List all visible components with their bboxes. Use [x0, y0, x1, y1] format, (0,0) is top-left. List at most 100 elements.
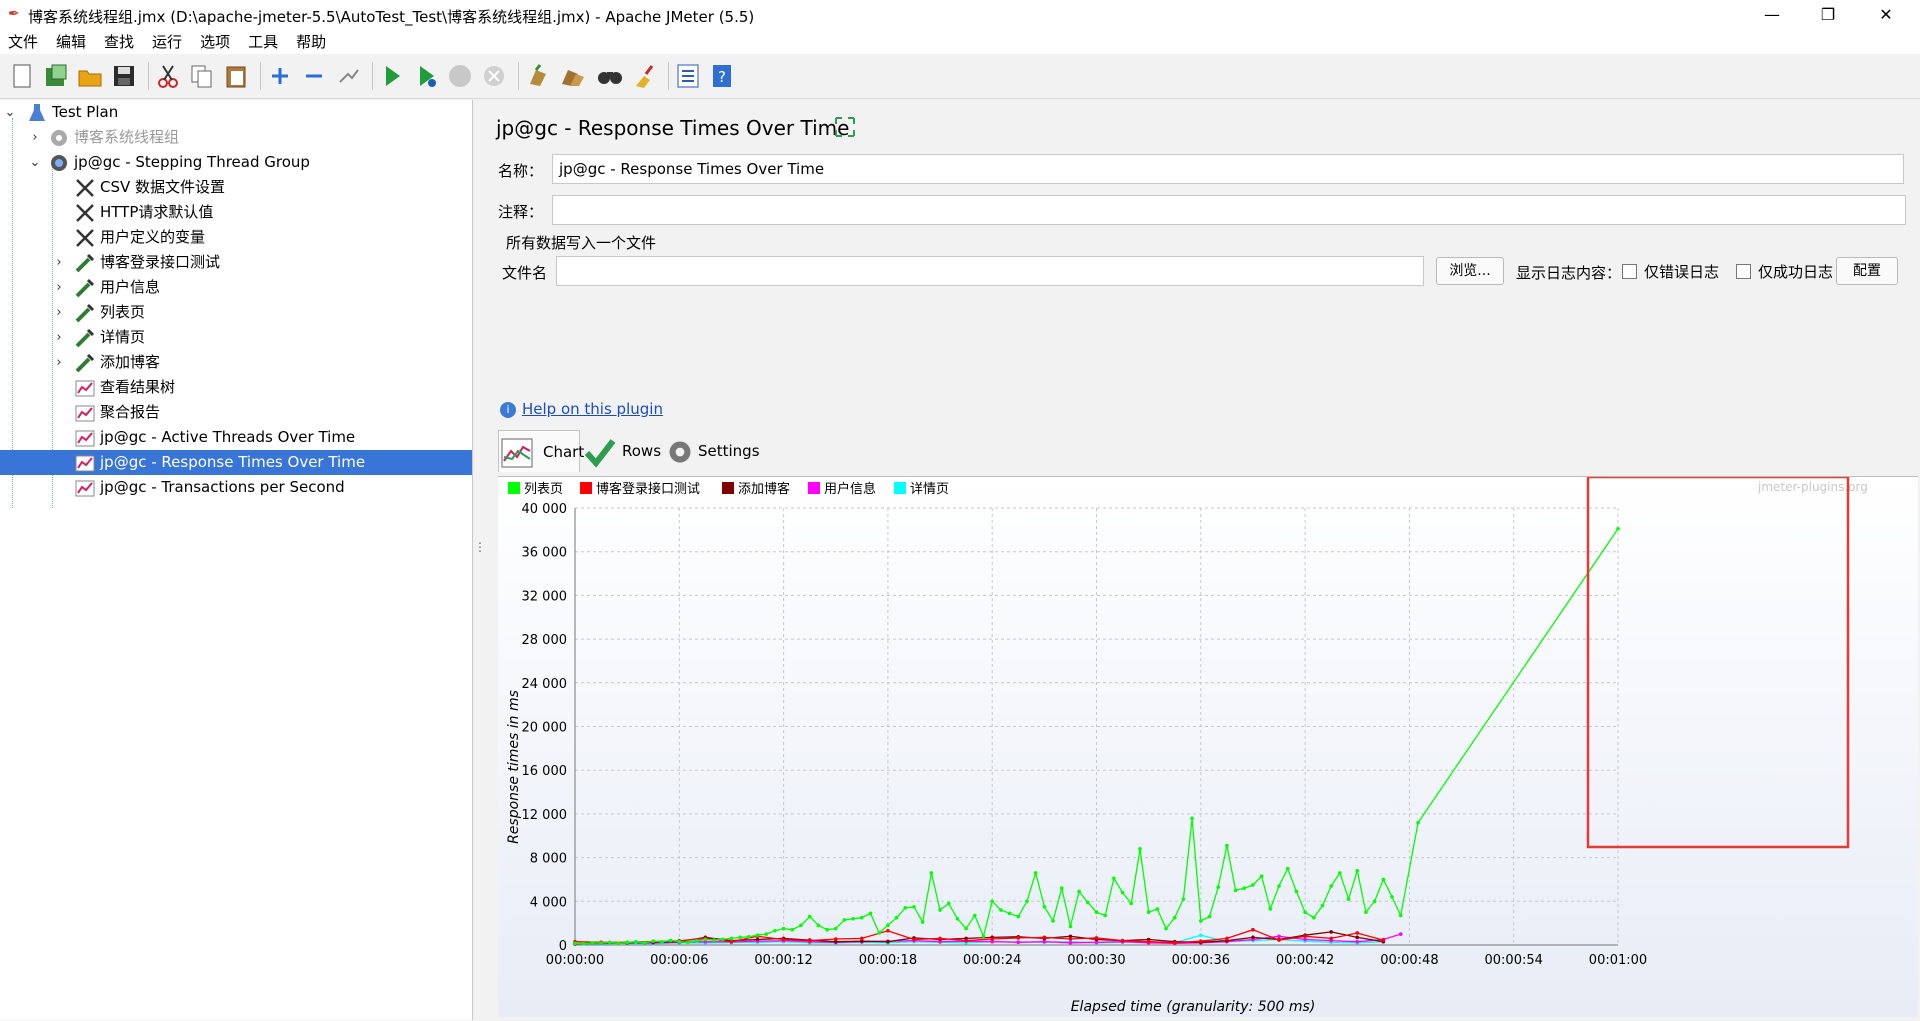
expand-icon[interactable]	[266, 62, 294, 90]
new-icon[interactable]	[8, 62, 36, 90]
save-icon[interactable]	[110, 62, 138, 90]
x-tick-label: 00:01:00	[1589, 953, 1647, 968]
reset-search-icon[interactable]	[630, 62, 658, 90]
menu-file[interactable]: 文件	[8, 30, 38, 54]
tree-toggle-icon[interactable]: ›	[28, 125, 42, 150]
tree-toggle-icon[interactable]: ›	[52, 250, 66, 275]
function-helper-icon[interactable]	[674, 62, 702, 90]
filename-field[interactable]	[556, 256, 1424, 286]
comment-field[interactable]	[552, 195, 1906, 225]
pipette-icon	[74, 277, 96, 299]
tree-toggle-icon[interactable]: ⌄	[28, 150, 42, 175]
start-icon[interactable]	[378, 62, 406, 90]
data-point	[1416, 820, 1420, 825]
browse-button[interactable]: 浏览...	[1436, 257, 1504, 285]
tree-item-transactions-per-second[interactable]: jp@gc - Transactions per Second	[74, 475, 345, 500]
data-point	[781, 926, 786, 931]
tree-item-http-defaults[interactable]: HTTP请求默认值	[74, 200, 213, 225]
expand-arrows-icon[interactable]	[834, 116, 856, 138]
clear-all-icon[interactable]	[558, 62, 586, 90]
y-tick-label: 32 000	[522, 589, 568, 604]
tree-item-test-plan[interactable]: Test Plan	[26, 100, 118, 125]
help-link[interactable]: Help on this plugin	[522, 400, 663, 418]
tree-toggle-icon[interactable]: ›	[52, 300, 66, 325]
tab-settings[interactable]: Settings	[666, 430, 766, 472]
tree-toggle-icon[interactable]: ›	[52, 350, 66, 375]
gear-icon	[48, 152, 70, 174]
tree-item-detail-page[interactable]: 详情页	[74, 325, 145, 350]
copy-icon[interactable]	[188, 62, 216, 90]
pipette-icon	[74, 327, 96, 349]
data-point	[1277, 934, 1281, 939]
tab-chart[interactable]: Chart	[498, 430, 584, 472]
data-point	[833, 926, 838, 931]
tree-item-list-page[interactable]: 列表页	[74, 300, 145, 325]
data-point	[599, 941, 603, 945]
configure-button[interactable]: 配置	[1836, 257, 1898, 285]
tree-item-add-blog[interactable]: 添加博客	[74, 350, 160, 375]
open-icon[interactable]	[76, 62, 104, 90]
tree-item-view-results-tree[interactable]: 查看结果树	[74, 375, 175, 400]
tree-item-user-info[interactable]: 用户信息	[74, 275, 160, 300]
tree-item-csv-data-set[interactable]: CSV 数据文件设置	[74, 175, 225, 200]
data-point	[1364, 910, 1368, 915]
tree-item-aggregate-report[interactable]: 聚合报告	[74, 400, 160, 425]
splitter-handle[interactable]: ⋮	[474, 540, 486, 560]
tree-toggle-icon[interactable]: ›	[52, 275, 66, 300]
tree-item-response-times[interactable]: jp@gc - Response Times Over Time	[0, 450, 472, 475]
menu-help[interactable]: 帮助	[296, 30, 326, 54]
templates-icon[interactable]	[42, 62, 70, 90]
name-field[interactable]: jp@gc - Response Times Over Time	[552, 154, 1904, 184]
tree-toggle-icon[interactable]: ⌄	[3, 100, 17, 125]
tree-toggle-icon[interactable]: ›	[52, 325, 66, 350]
toggle-icon[interactable]	[334, 62, 362, 90]
x-tick-label: 00:00:18	[859, 953, 917, 968]
tree-item-login-test[interactable]: 博客登录接口测试	[74, 250, 220, 275]
data-point	[964, 926, 968, 931]
stop-icon[interactable]	[446, 62, 474, 90]
help-icon[interactable]: ?	[708, 62, 736, 90]
tab-rows[interactable]: Rows	[584, 430, 661, 472]
search-icon[interactable]	[596, 62, 624, 90]
chart-icon	[501, 437, 533, 469]
data-point	[1068, 924, 1073, 929]
minimize-button[interactable]: —	[1744, 0, 1800, 30]
shutdown-icon[interactable]	[480, 62, 508, 90]
menu-options[interactable]: 选项	[200, 30, 230, 54]
tree-item-label: jp@gc - Active Threads Over Time	[100, 428, 356, 446]
tree-item-user-variables[interactable]: 用户定义的变量	[74, 225, 205, 250]
cut-icon[interactable]	[154, 62, 182, 90]
paste-icon[interactable]	[222, 62, 250, 90]
data-point	[1129, 901, 1134, 906]
tree-item-active-threads[interactable]: jp@gc - Active Threads Over Time	[74, 425, 355, 450]
clear-icon[interactable]	[524, 62, 552, 90]
close-button[interactable]: ✕	[1858, 0, 1914, 30]
data-point	[1398, 913, 1403, 918]
data-point	[903, 906, 908, 910]
x-tick-label: 00:00:24	[963, 953, 1021, 968]
y-tick-label: 16 000	[522, 764, 568, 779]
test-plan-tree: ⌄ Test Plan › 博客系统线程组 ⌄ jp@gc - Stepping…	[0, 100, 473, 1020]
start-no-pause-icon[interactable]	[412, 62, 440, 90]
tree-item-label: 添加博客	[100, 353, 161, 371]
data-point	[1329, 884, 1333, 888]
x-tick-label: 00:00:06	[650, 953, 708, 968]
menu-tools[interactable]: 工具	[248, 30, 278, 54]
data-point	[1381, 877, 1386, 882]
menu-search[interactable]: 查找	[104, 30, 134, 54]
tree-item-blog-thread-group[interactable]: 博客系统线程组	[48, 125, 179, 150]
data-point	[1042, 904, 1047, 909]
jmeter-feather-icon: ✒	[8, 6, 20, 22]
tools-icon	[74, 177, 96, 199]
success-only-checkbox[interactable]	[1736, 264, 1751, 279]
data-point	[1398, 932, 1403, 936]
maximize-button[interactable]: ❐	[1800, 0, 1856, 30]
menu-run[interactable]: 运行	[152, 30, 182, 54]
tree-item-stepping-thread-group[interactable]: jp@gc - Stepping Thread Group	[48, 150, 310, 175]
data-point	[920, 920, 925, 924]
errors-only-checkbox[interactable]	[1622, 264, 1637, 279]
collapse-icon[interactable]	[300, 62, 328, 90]
data-point	[894, 915, 899, 920]
menu-edit[interactable]: 编辑	[56, 30, 86, 54]
data-point	[1311, 915, 1316, 920]
